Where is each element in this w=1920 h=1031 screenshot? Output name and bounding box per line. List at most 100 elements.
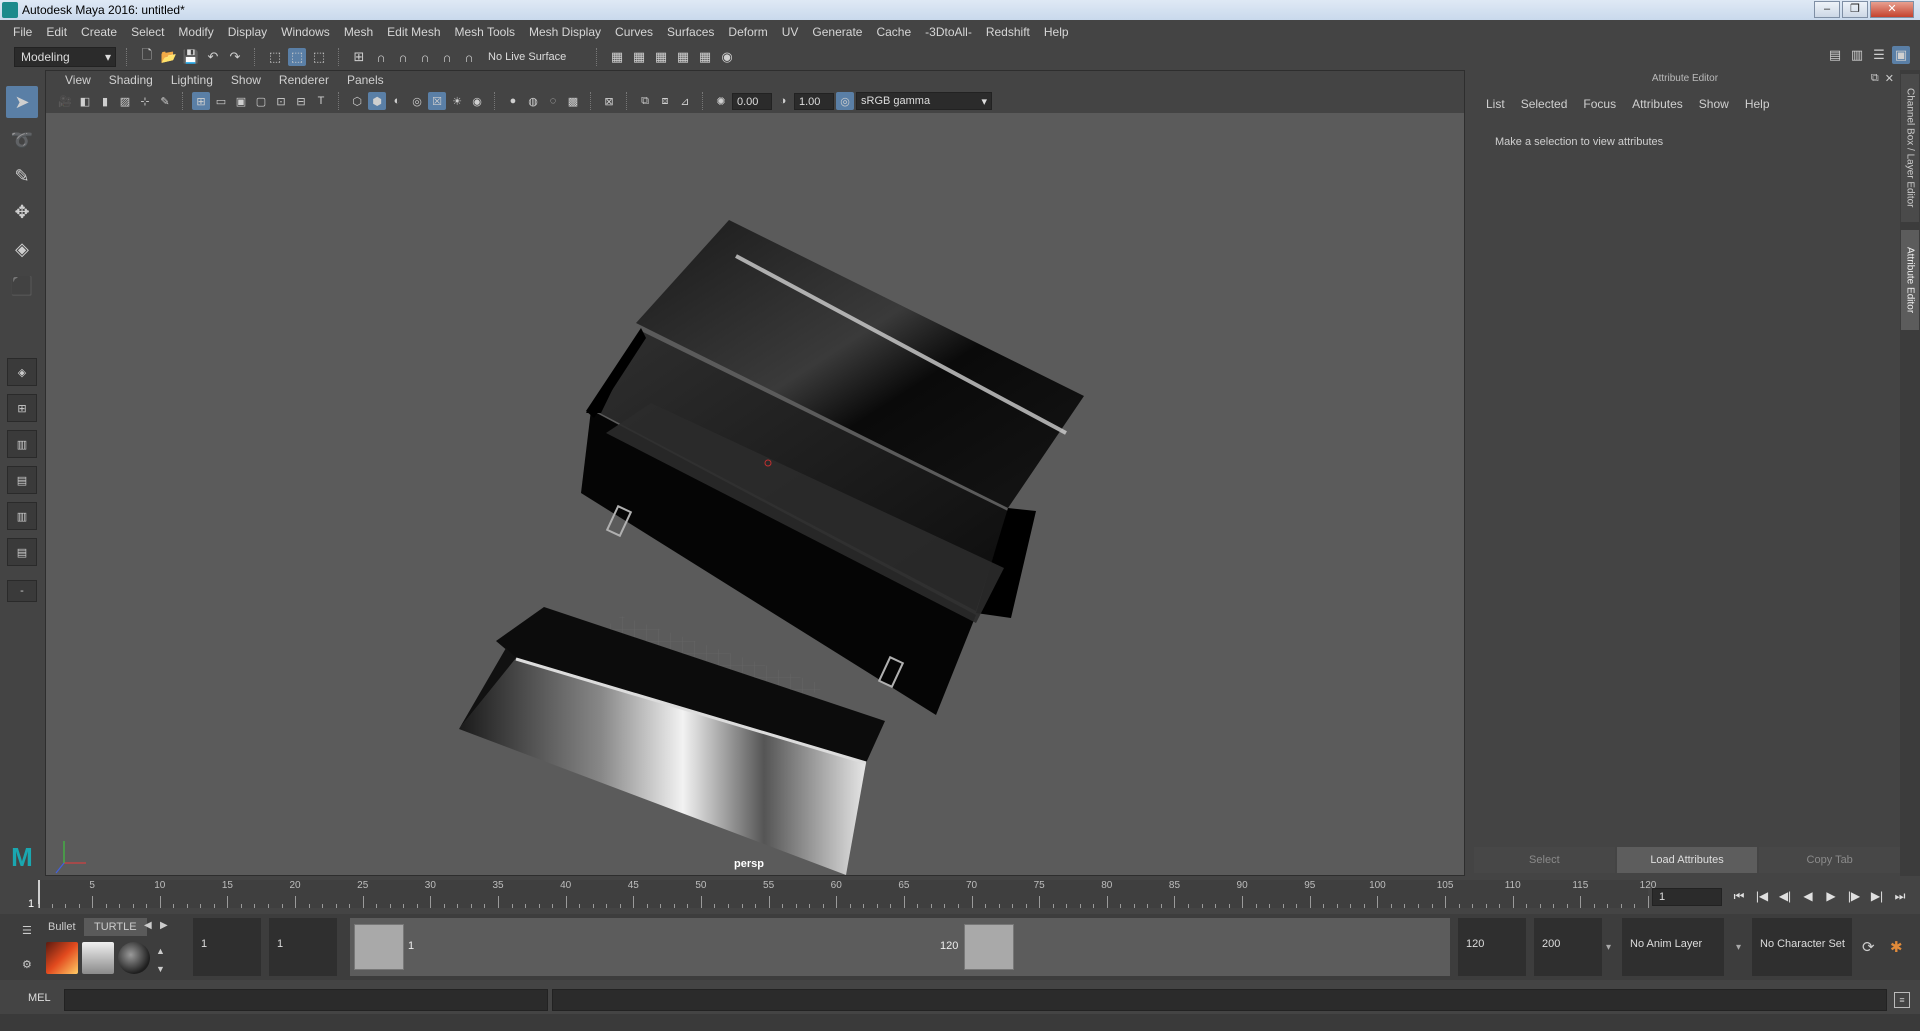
render-settings-icon[interactable]: ▦ xyxy=(696,48,714,66)
two-d-pan-icon[interactable]: ⊹ xyxy=(136,92,154,110)
command-language-label[interactable]: MEL xyxy=(28,992,51,1004)
camera-icon[interactable]: 🎥 xyxy=(56,92,74,110)
xray-active-icon[interactable]: ◌ xyxy=(544,92,562,110)
menu-deform[interactable]: Deform xyxy=(721,20,774,44)
ae-menu-attributes[interactable]: Attributes xyxy=(1624,97,1691,111)
turtle-bake-icon[interactable] xyxy=(82,942,114,974)
step-forward-key-icon[interactable]: ▶| xyxy=(1868,886,1886,906)
float-panel-icon[interactable]: ⧉ xyxy=(1871,72,1879,85)
animation-start-field[interactable]: 1 xyxy=(193,918,261,976)
step-back-key-icon[interactable]: |◀ xyxy=(1753,886,1771,906)
step-back-frame-icon[interactable]: ◀| xyxy=(1776,886,1794,906)
gamma-icon[interactable]: ◑ xyxy=(774,92,792,110)
single-perspective-layout-icon[interactable]: ◈ xyxy=(7,358,37,386)
playback-end-field[interactable]: 120 xyxy=(1458,918,1526,976)
wireframe-icon[interactable]: ⬡ xyxy=(348,92,366,110)
animation-end-field[interactable]: 200 xyxy=(1534,918,1602,976)
close-panel-icon[interactable]: ✕ xyxy=(1885,72,1894,85)
go-to-start-icon[interactable]: ⏮ xyxy=(1730,886,1748,906)
select-by-object-icon[interactable]: ⬚ xyxy=(288,48,306,66)
ipr-render-icon[interactable]: ▦ xyxy=(674,48,692,66)
panel-menu-panels[interactable]: Panels xyxy=(338,73,393,87)
graph-layout-icon[interactable]: ▤ xyxy=(7,538,37,566)
new-scene-icon[interactable]: 🗋 xyxy=(138,47,156,66)
outliner-persp-layout-icon[interactable]: ▥ xyxy=(7,502,37,530)
grid-icon[interactable]: ⊞ xyxy=(192,92,210,110)
ae-menu-help[interactable]: Help xyxy=(1737,97,1778,111)
open-scene-icon[interactable]: 📂 xyxy=(160,48,178,66)
menu-redshift[interactable]: Redshift xyxy=(979,20,1037,44)
menu-select[interactable]: Select xyxy=(124,20,171,44)
select-by-hierarchy-icon[interactable]: ⬚ xyxy=(266,48,284,66)
render-view-icon[interactable]: ▦ xyxy=(652,48,670,66)
ae-menu-show[interactable]: Show xyxy=(1691,97,1737,111)
tab-attribute-editor[interactable]: Attribute Editor xyxy=(1901,230,1919,330)
play-backward-icon[interactable]: ◀ xyxy=(1799,886,1817,906)
view-transform-select[interactable]: sRGB gamma ▾ xyxy=(856,92,992,110)
menu-modify[interactable]: Modify xyxy=(171,20,220,44)
gamma-field[interactable]: 1.00 xyxy=(794,92,834,110)
ae-menu-selected[interactable]: Selected xyxy=(1513,97,1576,111)
time-slider-track[interactable] xyxy=(38,880,1648,908)
isolate-select-icon[interactable]: ⊠ xyxy=(600,92,618,110)
outliner-layout-icon[interactable]: ▤ xyxy=(7,466,37,494)
safe-action-icon[interactable]: ⊟ xyxy=(292,92,310,110)
range-slider-bar[interactable]: 1 120 xyxy=(350,918,1450,976)
menu-generate[interactable]: Generate xyxy=(805,20,869,44)
character-set-select[interactable]: No Character Set xyxy=(1752,918,1852,976)
range-start-handle[interactable] xyxy=(354,924,404,970)
panel-menu-shading[interactable]: Shading xyxy=(100,73,162,87)
play-forward-icon[interactable]: ▶ xyxy=(1822,886,1840,906)
command-input[interactable] xyxy=(64,989,548,1011)
panel-menu-view[interactable]: View xyxy=(56,73,100,87)
ae-menu-focus[interactable]: Focus xyxy=(1575,97,1624,111)
resolution-gate-icon[interactable]: ▣ xyxy=(232,92,250,110)
shelf-scroll-right-icon[interactable]: ▶ xyxy=(160,920,168,931)
ae-menu-list[interactable]: List xyxy=(1478,97,1513,111)
range-end-handle[interactable] xyxy=(964,924,1014,970)
shelf-scroll-down-icon[interactable]: ▼ xyxy=(156,964,165,974)
playback-start-field[interactable]: 1 xyxy=(269,918,337,976)
chevron-down-icon[interactable]: ▾ xyxy=(1736,942,1741,953)
tab-channel-box[interactable]: Channel Box / Layer Editor xyxy=(1901,74,1919,222)
smooth-shade-icon[interactable]: ⬢ xyxy=(368,92,386,110)
menu-display[interactable]: Display xyxy=(221,20,274,44)
four-view-layout-icon[interactable]: ⊞ xyxy=(7,394,37,422)
menu-file[interactable]: File xyxy=(6,20,39,44)
menu-edit-mesh[interactable]: Edit Mesh xyxy=(380,20,447,44)
snap-view-plane-icon[interactable]: ∩ xyxy=(416,48,434,66)
ambient-occlusion-icon[interactable]: ◉ xyxy=(468,92,486,110)
auto-key-icon[interactable]: ⟳ xyxy=(1862,938,1875,956)
undo-icon[interactable]: ↶ xyxy=(204,48,222,66)
scale-icon[interactable]: ⬛ xyxy=(6,270,38,302)
viewport-3d[interactable] xyxy=(46,113,1466,877)
workspace-icon[interactable]: ▥ xyxy=(1848,46,1866,64)
shelf-tab-turtle[interactable]: TURTLE xyxy=(84,918,147,936)
snap-grid-icon[interactable]: ⊞ xyxy=(350,48,368,66)
restore-button[interactable]: ❐ xyxy=(1842,1,1868,18)
minimize-button[interactable]: – xyxy=(1814,1,1840,18)
hud-icon[interactable]: ⧉ xyxy=(636,92,654,110)
select-by-component-icon[interactable]: ⬚ xyxy=(310,48,328,66)
anti-aliasing-icon[interactable]: ⊿ xyxy=(676,92,694,110)
close-button[interactable]: ✕ xyxy=(1870,1,1914,18)
menu-edit[interactable]: Edit xyxy=(39,20,74,44)
select-arrow-icon[interactable]: ➤ xyxy=(6,86,38,118)
field-chart-icon[interactable]: ⊡ xyxy=(272,92,290,110)
hypershade-icon[interactable]: ◉ xyxy=(718,48,736,66)
xray-joints-icon[interactable]: ◍ xyxy=(524,92,542,110)
camera-attributes-icon[interactable]: ◧ xyxy=(76,92,94,110)
menu-surfaces[interactable]: Surfaces xyxy=(660,20,721,44)
menu-curves[interactable]: Curves xyxy=(608,20,660,44)
panel-menu-lighting[interactable]: Lighting xyxy=(162,73,222,87)
image-plane-icon[interactable]: ▨ xyxy=(116,92,134,110)
menu-windows[interactable]: Windows xyxy=(274,20,337,44)
use-all-lights-icon[interactable]: ☒ xyxy=(428,92,446,110)
wireframe-on-shaded-icon[interactable]: ◐ xyxy=(388,92,406,110)
channel-box-toggle-icon[interactable]: ▣ xyxy=(1892,46,1910,64)
exposure-field[interactable]: 0.00 xyxy=(732,92,772,110)
anim-layer-select[interactable]: No Anim Layer xyxy=(1622,918,1724,976)
rotate-icon[interactable]: ◈ xyxy=(6,233,38,265)
render-frame-icon[interactable]: ▦ xyxy=(630,48,648,66)
menu-uv[interactable]: UV xyxy=(775,20,806,44)
